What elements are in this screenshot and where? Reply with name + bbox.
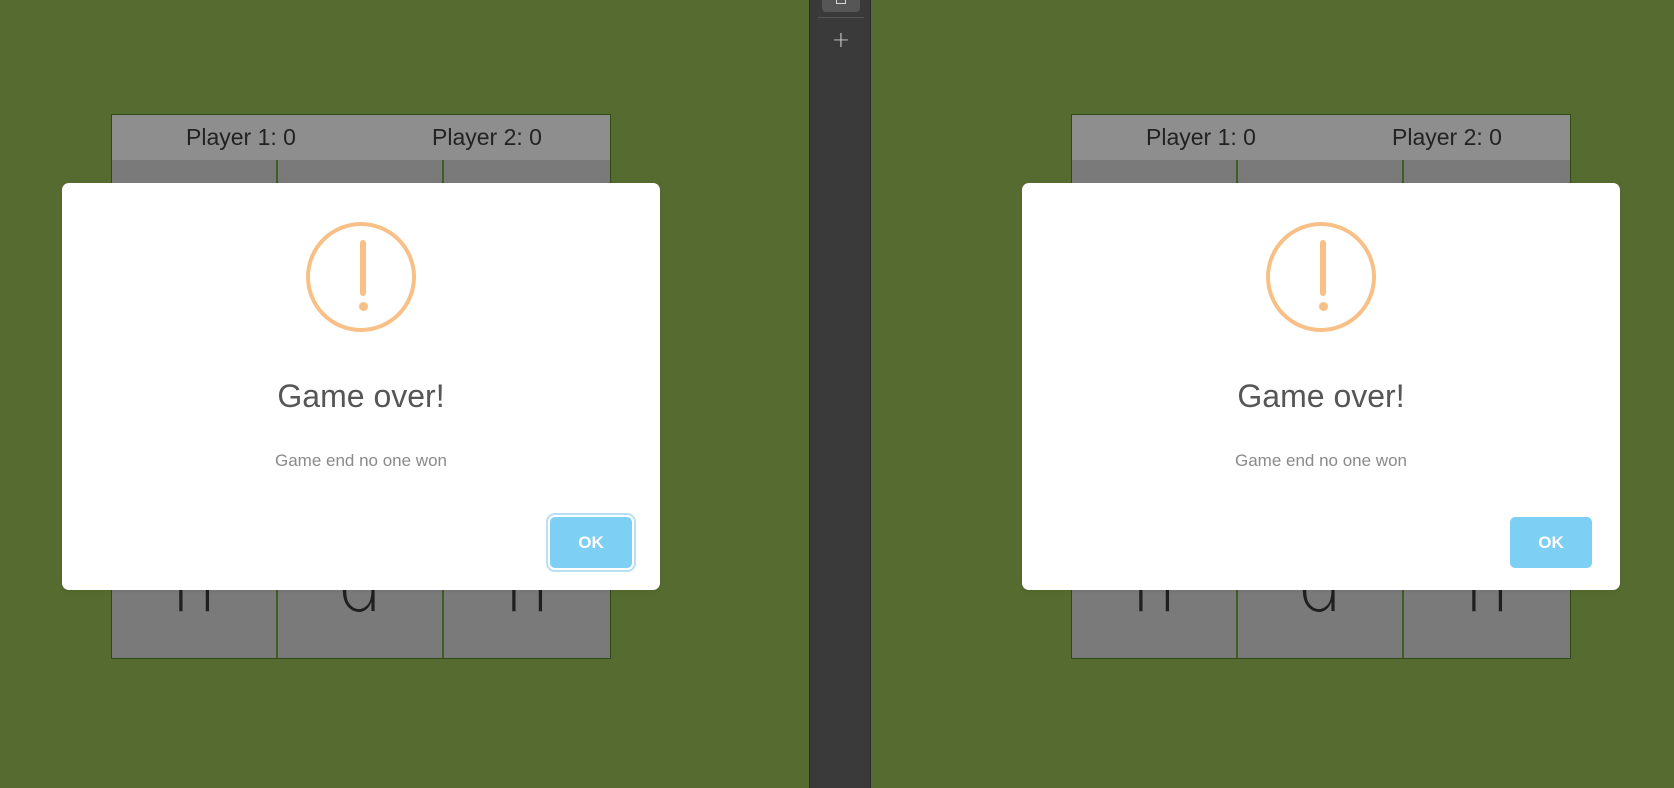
warning-exclamation-bar bbox=[360, 240, 366, 296]
warning-icon bbox=[306, 222, 416, 332]
player-1-score: Player 1: 0 bbox=[1146, 124, 1256, 150]
left-game-pane: Player 1: 0 Player 2: 0 n d n Game over!… bbox=[0, 0, 809, 788]
game-over-dialog: Game over! Game end no one won OK bbox=[62, 183, 660, 590]
warning-icon bbox=[1266, 222, 1376, 332]
warning-exclamation-dot bbox=[358, 302, 368, 311]
scoreboard: Player 1: 0 Player 2: 0 bbox=[1072, 115, 1570, 160]
dialog-message: Game end no one won bbox=[274, 451, 447, 470]
player-2-score: Player 2: 0 bbox=[1392, 124, 1502, 150]
ok-button[interactable]: OK bbox=[1510, 517, 1592, 568]
divider-tab[interactable] bbox=[822, 0, 860, 12]
dialog-title: Game over! bbox=[277, 378, 445, 414]
tab-icon bbox=[836, 0, 846, 4]
game-over-dialog: Game over! Game end no one won OK bbox=[1022, 183, 1620, 590]
add-pane-button[interactable]: + bbox=[829, 29, 853, 53]
warning-exclamation-bar bbox=[1320, 240, 1326, 296]
player-1-score: Player 1: 0 bbox=[186, 124, 296, 150]
warning-exclamation-dot bbox=[1318, 302, 1328, 311]
player-2-score: Player 2: 0 bbox=[432, 124, 542, 150]
ok-button[interactable]: OK bbox=[550, 517, 632, 568]
dialog-message: Game end no one won bbox=[1234, 451, 1407, 470]
pane-divider: + bbox=[809, 0, 871, 788]
right-game-pane: Player 1: 0 Player 2: 0 n d n Game over!… bbox=[871, 0, 1674, 788]
dialog-title: Game over! bbox=[1237, 378, 1405, 414]
divider-separator bbox=[818, 17, 864, 18]
scoreboard: Player 1: 0 Player 2: 0 bbox=[112, 115, 610, 160]
